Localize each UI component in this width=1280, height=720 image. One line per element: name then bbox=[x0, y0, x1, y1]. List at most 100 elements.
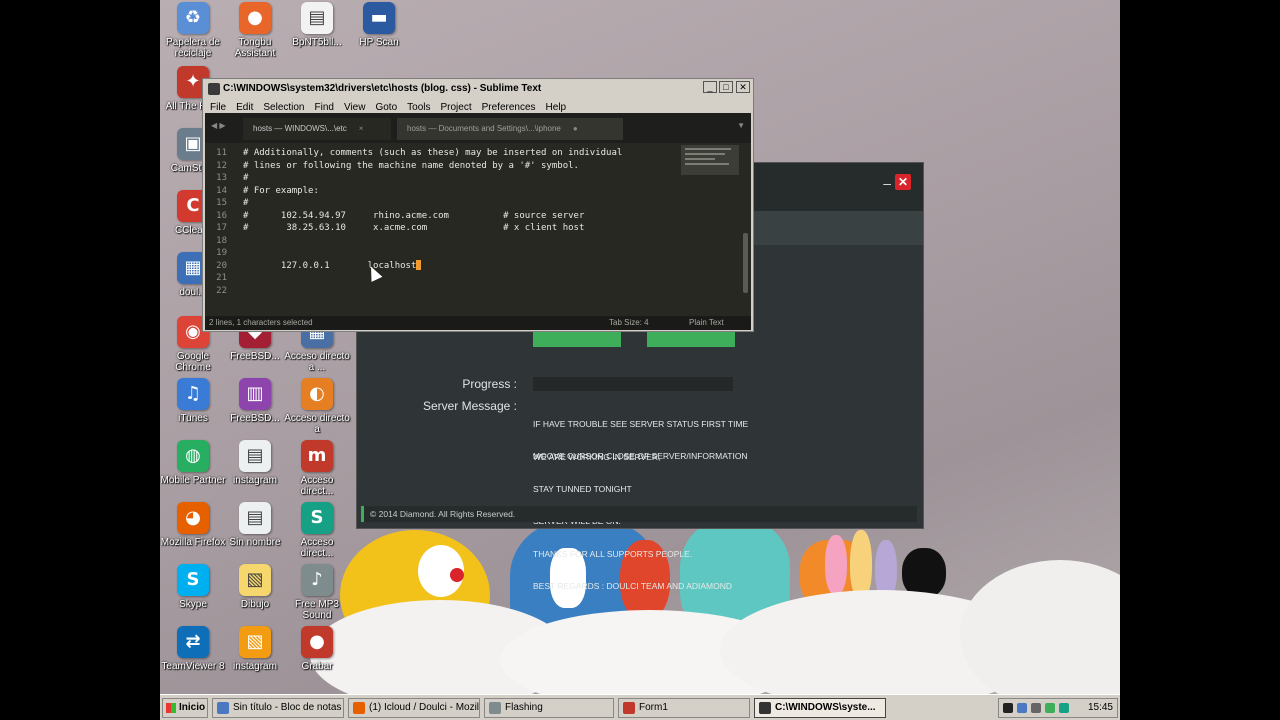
code-line[interactable]: 18 bbox=[205, 235, 675, 248]
desktop-icon[interactable]: ● Tongbu Assistant bbox=[222, 2, 288, 59]
desktop-icon[interactable]: S Skype bbox=[160, 564, 226, 610]
desktop-icon[interactable]: ● Grabar bbox=[284, 626, 350, 672]
progress-label: Progress : bbox=[462, 377, 517, 391]
desktop-icon[interactable]: ▤ instagram bbox=[222, 440, 288, 486]
windows-flag-icon bbox=[166, 703, 176, 713]
desktop-icon-label: Acceso direct... bbox=[300, 475, 334, 497]
code-line[interactable]: 14 # For example: bbox=[205, 185, 675, 198]
firefox-icon: ◕ bbox=[177, 502, 209, 534]
desktop-icon-label: Skype bbox=[179, 599, 207, 610]
code-line[interactable]: 12 # lines or following the machine name … bbox=[205, 160, 675, 173]
desktop-icon[interactable]: ◍ Mobile Partner bbox=[160, 440, 226, 486]
desktop-icon[interactable]: ◐ Acceso directo a bbox=[284, 378, 350, 435]
clock: 15:45 bbox=[1087, 702, 1113, 713]
desktop-icon[interactable]: ▧ Dibujo bbox=[222, 564, 288, 610]
code-lines[interactable]: 11 # Additionally, comments (such as thes… bbox=[205, 147, 675, 297]
text-cursor bbox=[416, 260, 422, 270]
code-line[interactable]: 17 # 38.25.63.10 x.acme.com # x client ho… bbox=[205, 222, 675, 235]
maximize-button[interactable]: □ bbox=[719, 81, 733, 93]
desktop-icon[interactable]: ▧ instagram bbox=[222, 626, 288, 672]
editor-area[interactable]: ◀ ▶ hosts — WINDOWS\...\etc × hosts — Doc… bbox=[205, 113, 751, 330]
syntax-status[interactable]: Plain Text bbox=[689, 316, 724, 330]
minimize-button[interactable]: _ bbox=[703, 81, 717, 93]
desktop-icon-label: Mozilla Firefox bbox=[160, 537, 226, 548]
image-icon: ▧ bbox=[239, 564, 271, 596]
desktop-icon[interactable]: ▤ BpNT5bll... bbox=[284, 2, 350, 48]
code-line[interactable]: 22 bbox=[205, 285, 675, 298]
shortcut-icon: S bbox=[301, 502, 333, 534]
start-button[interactable]: Inicio bbox=[162, 698, 208, 718]
teamviewer-icon: ⇄ bbox=[177, 626, 209, 658]
desktop-icon[interactable]: m Acceso direct... bbox=[284, 440, 350, 497]
tongbu-icon: ● bbox=[239, 2, 271, 34]
connect-button[interactable] bbox=[533, 331, 621, 347]
itunes-icon: ♫ bbox=[177, 378, 209, 410]
tray-icon[interactable] bbox=[1045, 703, 1055, 713]
desktop: ♻ Papelera de reciclaje ● Tongbu Assistant ▤… bbox=[160, 0, 1120, 720]
close-tab-icon[interactable]: ● bbox=[573, 124, 578, 133]
code-line[interactable]: 20 127.0.0.1 localhost bbox=[205, 260, 675, 273]
code-line[interactable]: 15 # bbox=[205, 197, 675, 210]
desktop-icon[interactable]: S Acceso direct... bbox=[284, 502, 350, 559]
desktop-icon[interactable]: ▬ HP Scan bbox=[346, 2, 412, 48]
sublime-app-icon bbox=[208, 83, 220, 95]
desktop-icon-label: iTunes bbox=[178, 413, 208, 424]
sublime-window[interactable]: C:\WINDOWS\system32\drivers\etc\hosts (b… bbox=[202, 78, 754, 332]
desktop-icon[interactable]: ◕ Mozilla Firefox bbox=[160, 502, 226, 548]
tab-hosts-iphone[interactable]: hosts — Documents and Settings\...\iphon… bbox=[397, 118, 623, 140]
mobile-partner-icon: ◍ bbox=[177, 440, 209, 472]
desktop-icon[interactable]: ▥ FreeBSD... bbox=[222, 378, 288, 424]
progress-bar bbox=[533, 377, 733, 391]
tray-icon[interactable] bbox=[1059, 703, 1069, 713]
desktop-icon[interactable]: ♫ iTunes bbox=[160, 378, 226, 424]
close-button[interactable]: ✕ bbox=[736, 81, 750, 93]
code-line[interactable]: 11 # Additionally, comments (such as thes… bbox=[205, 147, 675, 160]
window-title: C:\WINDOWS\system32\drivers\etc\hosts (b… bbox=[223, 83, 542, 94]
tray-icon[interactable] bbox=[1017, 703, 1027, 713]
tab-nav-icon[interactable]: ◀ ▶ bbox=[211, 121, 226, 130]
scrollbar[interactable] bbox=[743, 233, 748, 293]
tab-size-status[interactable]: Tab Size: 4 bbox=[609, 316, 649, 330]
copyright-footer: © 2014 Diamond. All Rights Reserved. bbox=[361, 506, 917, 522]
app-icon bbox=[217, 702, 229, 714]
close-tab-icon[interactable]: × bbox=[359, 124, 364, 133]
disconnect-button[interactable] bbox=[647, 331, 735, 347]
mp3-icon: ♪ bbox=[301, 564, 333, 596]
tray-icon[interactable] bbox=[1003, 703, 1013, 713]
desktop-icon[interactable]: ♪ Free MP3 Sound bbox=[284, 564, 350, 621]
tab-strip: ◀ ▶ hosts — WINDOWS\...\etc × hosts — Doc… bbox=[205, 113, 751, 143]
code-line[interactable]: 19 bbox=[205, 247, 675, 260]
desktop-icon-label: Sin nombre bbox=[229, 537, 281, 548]
code-line[interactable]: 13 # bbox=[205, 172, 675, 185]
line-number: 21 bbox=[216, 273, 227, 283]
desktop-icon[interactable]: ♻ Papelera de reciclaje bbox=[160, 2, 226, 59]
minimize-button[interactable]: – bbox=[883, 175, 891, 191]
taskbar-button[interactable]: Form1 bbox=[618, 698, 750, 718]
minimap[interactable] bbox=[681, 145, 739, 175]
desktop-icon-label: Dibujo bbox=[240, 599, 270, 610]
scanner-icon: ▬ bbox=[363, 2, 395, 34]
desktop-icon-label: Acceso directo a ... bbox=[284, 351, 350, 373]
taskbar-button[interactable]: (1) Icloud / Doulci - Mozill... bbox=[348, 698, 480, 718]
desktop-icon-label: Tongbu Assistant bbox=[234, 37, 276, 59]
tab-dropdown-icon[interactable]: ▼ bbox=[737, 121, 745, 130]
desktop-icon-label: Acceso directo a bbox=[284, 413, 350, 435]
desktop-icon-label: FreeBSD... bbox=[230, 351, 280, 362]
tray-icon[interactable] bbox=[1031, 703, 1041, 713]
tab-hosts-etc[interactable]: hosts — WINDOWS\...\etc × bbox=[243, 118, 391, 140]
taskbar-button[interactable]: C:\WINDOWS\syste... bbox=[754, 698, 886, 718]
code-line[interactable]: 21 bbox=[205, 272, 675, 285]
taskbar-button[interactable]: Sin título - Bloc de notas bbox=[212, 698, 344, 718]
taskbar-button[interactable]: Flashing bbox=[484, 698, 614, 718]
taskbar-button-label: Form1 bbox=[639, 702, 668, 713]
line-number: 22 bbox=[216, 285, 227, 296]
code-line[interactable]: 16 # 102.54.94.97 rhino.acme.com # source… bbox=[205, 210, 675, 223]
desktop-icon[interactable]: ▤ Sin nombre bbox=[222, 502, 288, 548]
desktop-icon[interactable]: ⇄ TeamViewer 8 bbox=[160, 626, 226, 672]
app-icon bbox=[489, 702, 501, 714]
line-number: 17 bbox=[216, 223, 227, 233]
window-title-bar[interactable]: C:\WINDOWS\system32\drivers\etc\hosts (b… bbox=[205, 81, 751, 97]
desktop-icon-label: instagram bbox=[233, 661, 277, 672]
close-button[interactable]: ✕ bbox=[895, 174, 911, 190]
line-code: # bbox=[243, 198, 249, 208]
